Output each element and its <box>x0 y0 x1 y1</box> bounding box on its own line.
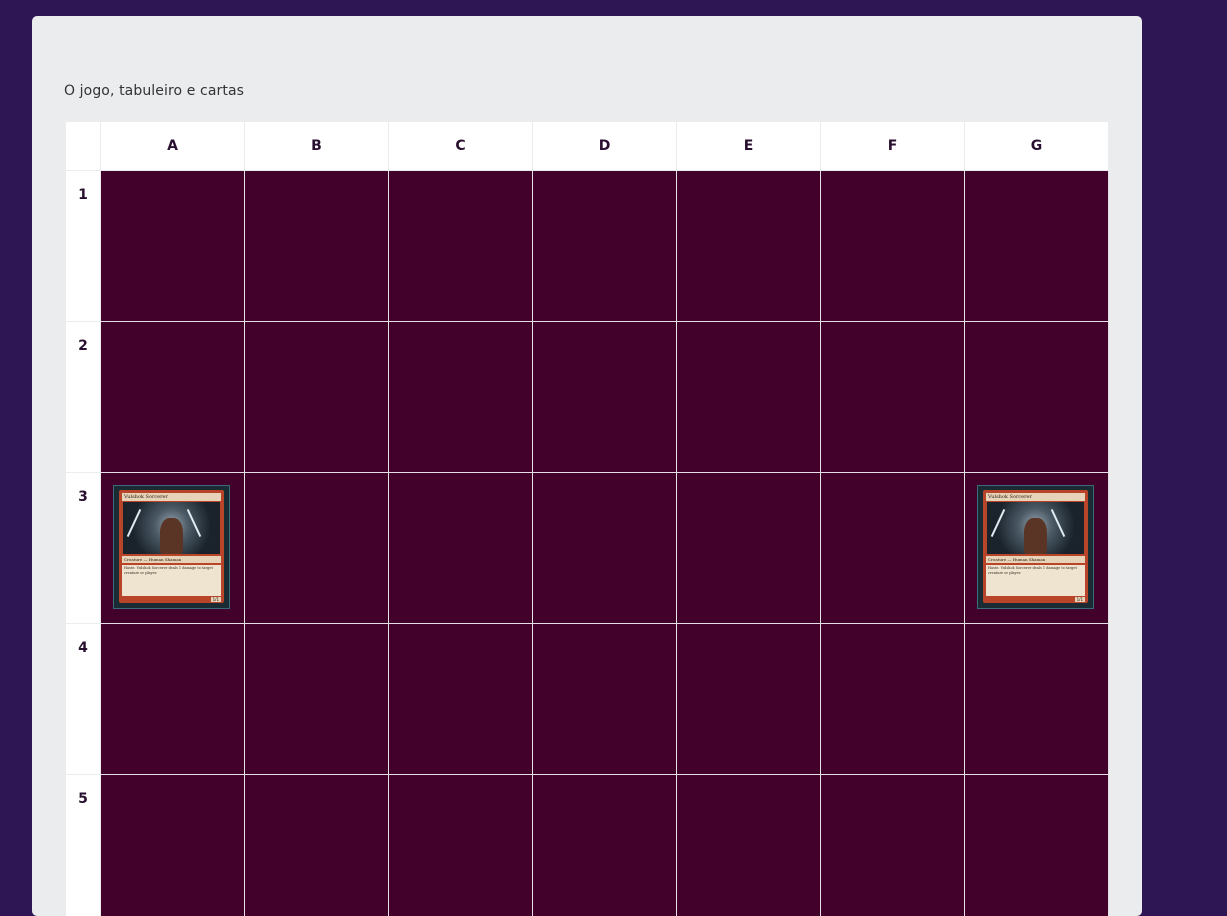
cell-a3[interactable]: Vulshok Sorcerer Creature — Human Shaman… <box>101 473 245 624</box>
cell-a4[interactable] <box>101 624 245 775</box>
column-header-d: D <box>533 122 677 171</box>
card-frame: Vulshok Sorcerer Creature — Human Shaman… <box>983 490 1088 603</box>
cell-c5[interactable] <box>389 775 533 916</box>
column-header-e: E <box>677 122 821 171</box>
creature-card[interactable]: Vulshok Sorcerer Creature — Human Shaman… <box>113 485 230 609</box>
creature-card[interactable]: Vulshok Sorcerer Creature — Human Shaman… <box>977 485 1094 609</box>
sorcerer-figure <box>160 518 183 554</box>
column-header-f: F <box>821 122 965 171</box>
cell-a5[interactable] <box>101 775 245 916</box>
row-header-1: 1 <box>66 171 101 322</box>
card-power-toughness: 1/1 <box>1075 597 1085 602</box>
sorcerer-figure <box>1024 518 1047 554</box>
corner-cell <box>66 122 101 171</box>
cell-d1[interactable] <box>533 171 677 322</box>
board-row-3: 3 Vulshok Sorcerer Creature — Human Sh <box>66 473 1109 624</box>
cell-d5[interactable] <box>533 775 677 916</box>
card-art <box>123 502 220 554</box>
lightning-bolt-shape <box>187 509 201 537</box>
column-header-g: G <box>965 122 1109 171</box>
main-panel: O jogo, tabuleiro e cartas A B C D E F G… <box>32 16 1142 916</box>
cell-f1[interactable] <box>821 171 965 322</box>
cell-b4[interactable] <box>245 624 389 775</box>
cell-a1[interactable] <box>101 171 245 322</box>
lightning-bolt-shape <box>1051 509 1065 537</box>
row-header-2: 2 <box>66 322 101 473</box>
board-grid: A B C D E F G 1 <box>65 121 1109 916</box>
column-header-row: A B C D E F G <box>66 122 1109 171</box>
column-header-c: C <box>389 122 533 171</box>
cell-e3[interactable] <box>677 473 821 624</box>
cell-e2[interactable] <box>677 322 821 473</box>
cell-c2[interactable] <box>389 322 533 473</box>
board-row-5: 5 <box>66 775 1109 916</box>
card-type: Creature — Human Shaman <box>986 556 1085 563</box>
cell-b3[interactable] <box>245 473 389 624</box>
cell-f2[interactable] <box>821 322 965 473</box>
card-name: Vulshok Sorcerer <box>986 493 1085 501</box>
cell-d4[interactable] <box>533 624 677 775</box>
cell-b5[interactable] <box>245 775 389 916</box>
row-header-3: 3 <box>66 473 101 624</box>
board-caption: O jogo, tabuleiro e cartas <box>64 83 244 99</box>
card-power-toughness: 1/1 <box>211 597 221 602</box>
cell-g5[interactable] <box>965 775 1109 916</box>
row-header-5: 5 <box>66 775 101 916</box>
cell-g4[interactable] <box>965 624 1109 775</box>
column-header-a: A <box>101 122 245 171</box>
card-type: Creature — Human Shaman <box>122 556 221 563</box>
card-text: Haste. Vulshok Sorcerer deals 1 damage t… <box>986 565 1085 596</box>
cell-e4[interactable] <box>677 624 821 775</box>
cell-g2[interactable] <box>965 322 1109 473</box>
cell-f3[interactable] <box>821 473 965 624</box>
game-board: A B C D E F G 1 <box>65 121 1109 916</box>
cell-g3[interactable]: Vulshok Sorcerer Creature — Human Shaman… <box>965 473 1109 624</box>
card-art <box>987 502 1084 554</box>
card-frame: Vulshok Sorcerer Creature — Human Shaman… <box>119 490 224 603</box>
cell-b1[interactable] <box>245 171 389 322</box>
cell-a2[interactable] <box>101 322 245 473</box>
cell-f4[interactable] <box>821 624 965 775</box>
row-header-4: 4 <box>66 624 101 775</box>
cell-c1[interactable] <box>389 171 533 322</box>
cell-e1[interactable] <box>677 171 821 322</box>
column-header-b: B <box>245 122 389 171</box>
cell-d3[interactable] <box>533 473 677 624</box>
board-row-1: 1 <box>66 171 1109 322</box>
cell-c3[interactable] <box>389 473 533 624</box>
card-text: Haste. Vulshok Sorcerer deals 1 damage t… <box>122 565 221 596</box>
card-name: Vulshok Sorcerer <box>122 493 221 501</box>
lightning-bolt-shape <box>127 509 141 537</box>
cell-e5[interactable] <box>677 775 821 916</box>
cell-d2[interactable] <box>533 322 677 473</box>
cell-f5[interactable] <box>821 775 965 916</box>
lightning-bolt-shape <box>991 509 1005 537</box>
board-row-2: 2 <box>66 322 1109 473</box>
cell-c4[interactable] <box>389 624 533 775</box>
board-row-4: 4 <box>66 624 1109 775</box>
cell-g1[interactable] <box>965 171 1109 322</box>
cell-b2[interactable] <box>245 322 389 473</box>
